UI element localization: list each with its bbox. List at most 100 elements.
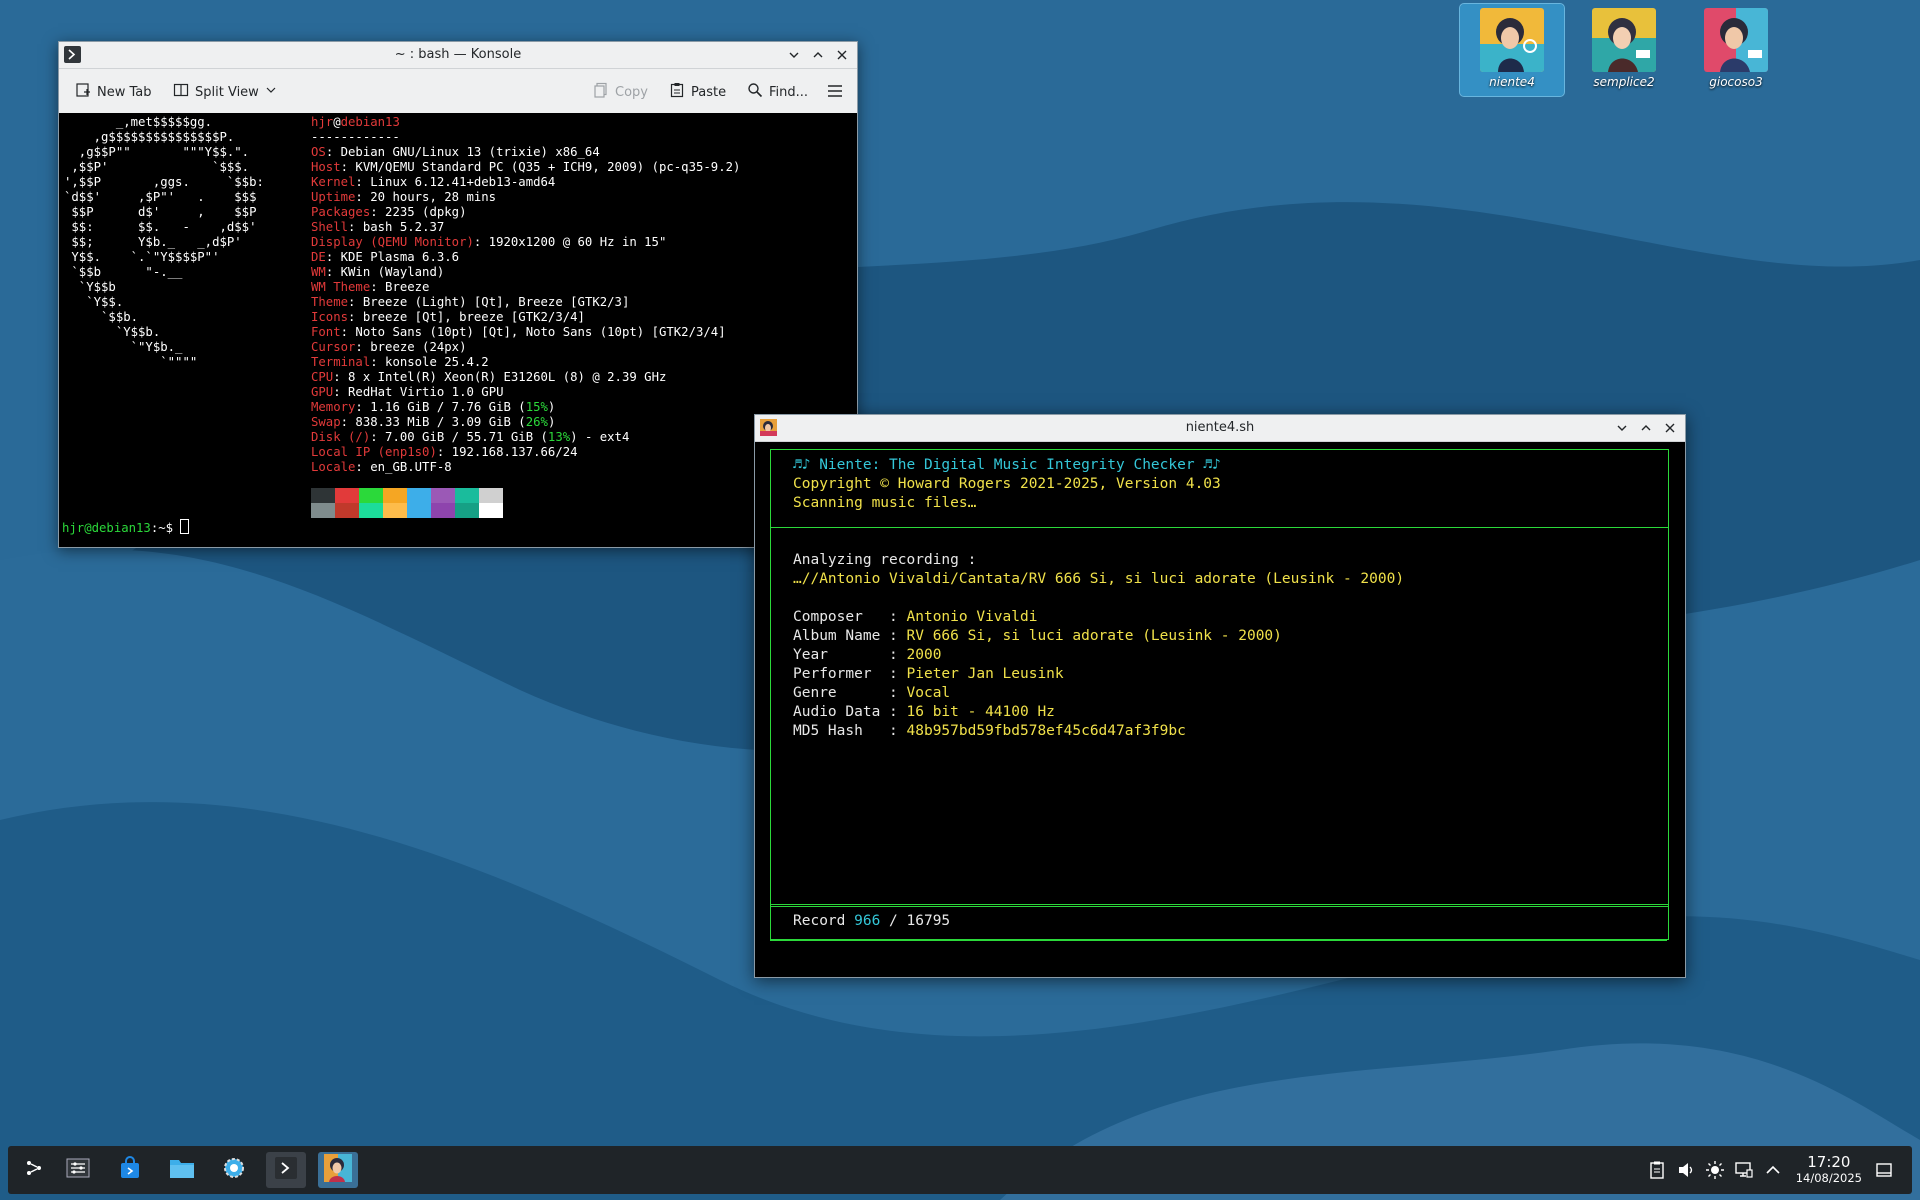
info-value: : 2235 (dpkg) xyxy=(370,205,467,219)
konsole-window[interactable]: ~ : bash — Konsole New Tab Split View Co… xyxy=(58,41,858,548)
minimize-button[interactable] xyxy=(1613,419,1631,437)
info-percent: 26% xyxy=(525,415,548,429)
info-key: Locale xyxy=(311,460,356,474)
record-current: 966 xyxy=(854,913,881,929)
network-icon[interactable] xyxy=(1734,1160,1754,1180)
info-value: : KWin (Wayland) xyxy=(325,265,445,279)
info-key: Terminal xyxy=(311,355,371,369)
digital-clock[interactable]: 17:20 14/08/2025 xyxy=(1796,1153,1862,1185)
close-button[interactable] xyxy=(1661,419,1679,437)
shell-prompt[interactable]: hjr@debian13:~$ xyxy=(62,519,190,536)
info-tail: ) xyxy=(547,400,556,414)
metadata-value: 2000 xyxy=(906,647,942,663)
info-key: Display (QEMU Monitor) xyxy=(311,235,474,249)
palette-swatch xyxy=(455,488,479,503)
info-value: : KDE Plasma 6.3.6 xyxy=(325,250,460,264)
info-key: Font xyxy=(311,325,341,339)
palette-swatch xyxy=(311,503,335,518)
info-row: CPU: 8 x Intel(R) Xeon(R) E31260L (8) @ … xyxy=(311,370,666,384)
new-tab-icon xyxy=(75,82,91,102)
find-button[interactable]: Find... xyxy=(747,82,808,102)
desktop-icon-niente4[interactable]: niente4 xyxy=(1459,3,1565,97)
info-value: : Breeze xyxy=(370,280,430,294)
info-value: : 1920x1200 @ 60 Hz in 15" xyxy=(473,235,667,249)
beethoven-app-icon xyxy=(1592,8,1656,72)
logo-line: `Y$$b. xyxy=(115,325,161,339)
niente-titlebar[interactable]: niente4.sh xyxy=(755,415,1685,442)
logo-line: `"Y$b._ xyxy=(130,340,183,354)
new-tab-button[interactable]: New Tab xyxy=(75,82,152,102)
konsole-terminal[interactable]: _,met$$$$$gg. ,g$$$$$$$$$$$$$$$P. ,g$$P"… xyxy=(59,113,857,547)
konsole-titlebar[interactable]: ~ : bash — Konsole xyxy=(59,42,857,69)
logo-line: `"""" xyxy=(160,355,198,369)
info-value: : breeze (24px) xyxy=(355,340,467,354)
info-value: : 838.33 MiB / 3.09 GiB ( xyxy=(340,415,526,429)
info-tail: ) - ext4 xyxy=(570,430,630,444)
show-desktop-icon[interactable] xyxy=(1874,1160,1894,1180)
info-row: Locale: en_GB.UTF-8 xyxy=(311,460,452,474)
record-total: 16795 xyxy=(906,913,951,929)
logo-line: `$$b. xyxy=(101,310,139,324)
konsole-toolbar: New Tab Split View Copy Paste Find... xyxy=(59,69,857,114)
status-box-underline xyxy=(770,940,1667,941)
minimize-button[interactable] xyxy=(785,46,803,64)
logo-line: `Y$$. xyxy=(86,295,124,309)
info-row: WM Theme: Breeze xyxy=(311,280,429,294)
logo-line: Y$$. `.`"Y$$$$P"' xyxy=(71,250,220,264)
hamburger-menu-button[interactable] xyxy=(827,83,843,103)
niente-terminal[interactable]: ♬♪ Niente: The Digital Music Integrity C… xyxy=(755,442,1685,977)
close-button[interactable] xyxy=(833,46,851,64)
file-manager-button[interactable] xyxy=(162,1152,202,1188)
volume-icon[interactable] xyxy=(1676,1160,1696,1180)
info-row: Terminal: konsole 25.4.2 xyxy=(311,355,489,369)
palette-swatch xyxy=(455,503,479,518)
info-value: : 7.00 GiB / 55.71 GiB ( xyxy=(370,430,548,444)
palette-swatch xyxy=(383,503,407,518)
info-value: : KVM/QEMU Standard PC (Q35 + ICH9, 2009… xyxy=(340,160,741,174)
settings-button[interactable] xyxy=(214,1152,254,1188)
split-view-icon xyxy=(173,82,189,102)
konsole-task-button[interactable] xyxy=(266,1152,306,1188)
beethoven-app-icon xyxy=(1704,8,1768,72)
record-label: Record xyxy=(793,913,855,929)
maximize-button[interactable] xyxy=(809,46,827,64)
metadata-value: Pieter Jan Leusink xyxy=(906,666,1064,682)
system-settings-panel-button[interactable] xyxy=(58,1152,98,1188)
info-value: : 1.16 GiB / 7.76 GiB ( xyxy=(355,400,526,414)
metadata-label: Year : xyxy=(793,647,907,663)
copy-button[interactable]: Copy xyxy=(593,82,648,102)
desktop-icon-semplice2[interactable]: semplice2 xyxy=(1572,4,1676,96)
find-label: Find... xyxy=(769,84,809,100)
chevron-up-icon[interactable] xyxy=(1763,1160,1783,1180)
window-title: ~ : bash — Konsole xyxy=(394,47,522,62)
logo-line: ',$$P ,ggs. `$$b: xyxy=(64,175,264,189)
niente-task-button[interactable] xyxy=(318,1152,358,1188)
niente-window[interactable]: niente4.sh ♬♪ Niente: The Digital Music … xyxy=(754,414,1686,978)
maximize-button[interactable] xyxy=(1637,419,1655,437)
discover-button[interactable] xyxy=(110,1152,150,1188)
paste-button[interactable]: Paste xyxy=(669,82,726,102)
palette-swatch xyxy=(383,488,407,503)
split-view-label: Split View xyxy=(195,84,259,100)
metadata-row: Audio Data : 16 bit - 44100 Hz xyxy=(793,704,1055,720)
recording-path: …//Antonio Vivaldi/Cantata/RV 666 Si, si… xyxy=(793,571,1405,587)
info-key: Icons xyxy=(311,310,349,324)
clipboard-icon[interactable] xyxy=(1647,1160,1667,1180)
logo-line: ,g$$$$$$$$$$$$$$$P. xyxy=(93,130,235,144)
new-tab-label: New Tab xyxy=(97,84,152,100)
logo-line: `d$$' ,$P"' . $$$ xyxy=(64,190,257,204)
brightness-icon[interactable] xyxy=(1705,1160,1725,1180)
beethoven-app-icon xyxy=(1480,8,1544,72)
application-launcher-button[interactable] xyxy=(14,1152,54,1188)
info-row: Packages: 2235 (dpkg) xyxy=(311,205,466,219)
shopping-bag-icon xyxy=(118,1156,142,1184)
info-key: CPU xyxy=(311,370,334,384)
clock-time: 17:20 xyxy=(1807,1153,1851,1171)
split-view-button[interactable]: Split View xyxy=(173,82,277,102)
desktop-icon-giocoso3[interactable]: giocoso3 xyxy=(1684,4,1788,96)
desktop-icon-label: niente4 xyxy=(1489,75,1535,89)
sliders-icon xyxy=(66,1157,90,1183)
window-title: niente4.sh xyxy=(1185,420,1255,435)
info-percent: 13% xyxy=(547,430,571,444)
desktop-icon-label: semplice2 xyxy=(1593,75,1655,89)
